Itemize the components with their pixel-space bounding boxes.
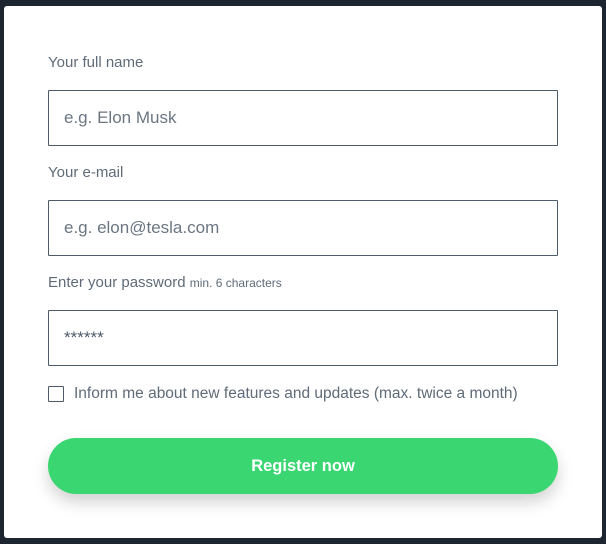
register-button[interactable]: Register now [48, 438, 558, 494]
password-label-text: Enter your password [48, 274, 186, 291]
full-name-field-box [48, 90, 558, 146]
email-label: Your e-mail [48, 164, 123, 181]
full-name-label-text: Your full name [48, 54, 144, 71]
newsletter-label: Inform me about new features and updates… [74, 385, 518, 402]
email-label-text: Your e-mail [48, 164, 124, 181]
registration-card: Your full name Your e-mail Enter your pa… [4, 6, 602, 538]
email-input[interactable] [49, 201, 557, 255]
password-field-box [48, 310, 558, 366]
password-label: Enter your password min. 6 characters [48, 274, 282, 291]
newsletter-checkbox[interactable] [48, 386, 64, 402]
full-name-label: Your full name [48, 54, 143, 71]
newsletter-row: Inform me about new features and updates… [48, 384, 518, 404]
password-input[interactable] [49, 311, 557, 365]
full-name-input[interactable] [49, 91, 557, 145]
password-hint: min. 6 characters [189, 276, 282, 290]
email-field-box [48, 200, 558, 256]
